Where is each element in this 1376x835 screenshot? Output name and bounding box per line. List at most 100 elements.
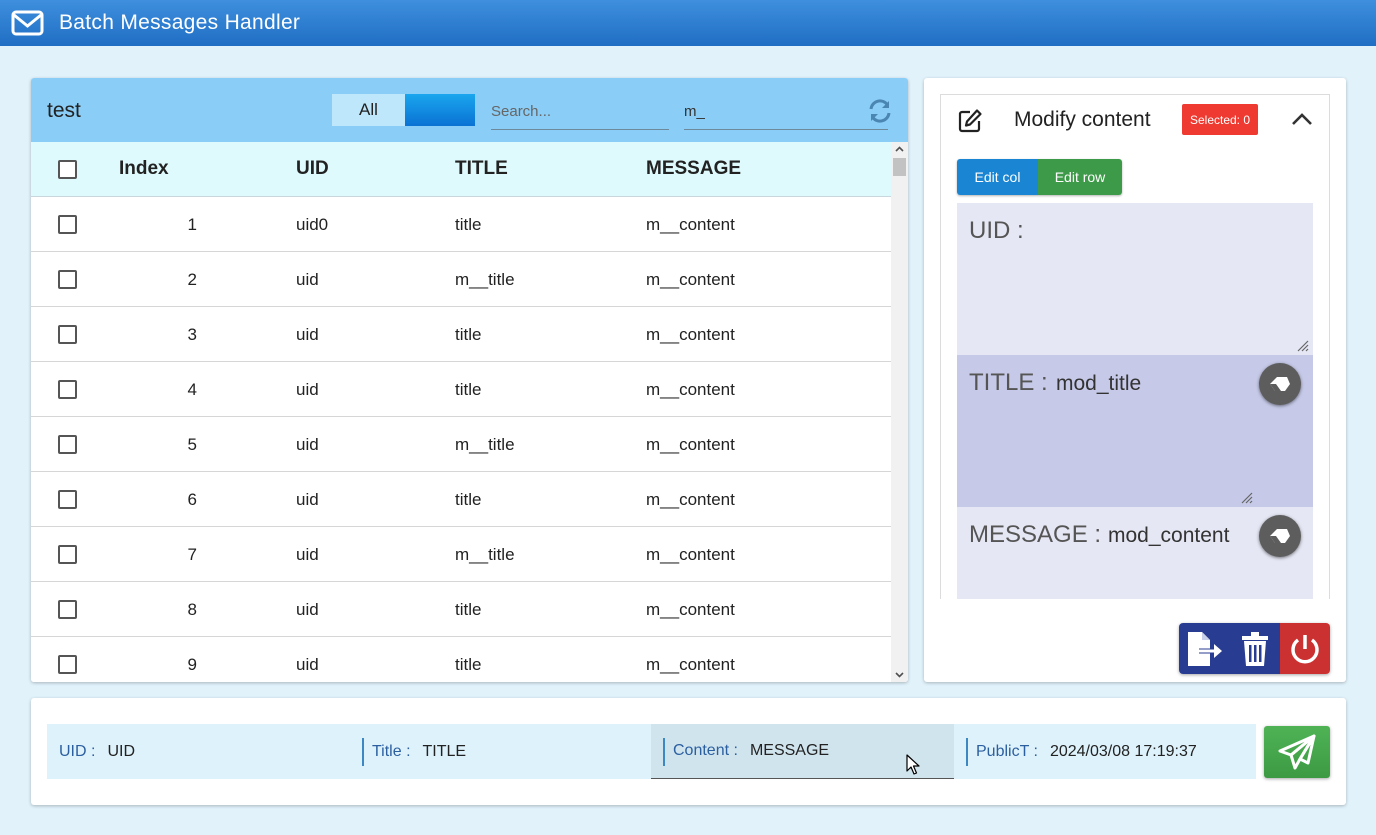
row-checkbox[interactable] — [58, 435, 77, 454]
row-checkbox[interactable] — [58, 600, 77, 619]
cell-index: 2 — [187, 270, 197, 289]
row-checkbox[interactable] — [58, 545, 77, 564]
compose-content-value[interactable]: MESSAGE — [750, 742, 829, 760]
table-row[interactable]: 7 uid m__title m__content — [31, 527, 891, 582]
cell-title: title — [455, 215, 482, 234]
message-edit-value[interactable]: mod_content — [1108, 524, 1229, 548]
tab-edit-row[interactable]: Edit row — [1038, 159, 1122, 195]
column-header-uid[interactable]: UID — [296, 158, 329, 180]
power-icon — [1291, 634, 1319, 663]
edit-mode-tabs: Edit col Edit row — [957, 159, 1122, 195]
row-checkbox[interactable] — [58, 325, 77, 344]
tab-edit-col[interactable]: Edit col — [957, 159, 1038, 195]
table-row[interactable]: 8 uid title m__content — [31, 582, 891, 637]
filter-toggle: All — [332, 94, 475, 126]
cell-index: 8 — [187, 600, 197, 619]
resize-grip-icon[interactable] — [1295, 338, 1309, 352]
cell-message: m__content — [646, 270, 735, 289]
uid-edit-field[interactable]: UID : — [957, 203, 1313, 355]
cell-title: title — [455, 600, 482, 619]
cell-index: 6 — [187, 490, 197, 509]
envelope-icon — [10, 6, 44, 40]
column-header-message[interactable]: MESSAGE — [646, 158, 741, 180]
row-checkbox[interactable] — [58, 270, 77, 289]
export-button[interactable] — [1179, 623, 1230, 674]
cell-index: 1 — [187, 215, 197, 234]
keyword-input[interactable] — [684, 94, 888, 128]
table-row[interactable]: 4 uid title m__content — [31, 362, 891, 417]
row-checkbox[interactable] — [58, 490, 77, 509]
table-header: Index UID TITLE MESSAGE — [31, 142, 891, 197]
keyword-field — [684, 94, 888, 130]
eraser-icon[interactable] — [1259, 515, 1301, 557]
cell-index: 4 — [187, 380, 197, 399]
send-button[interactable] — [1264, 726, 1330, 778]
cell-message: m__content — [646, 435, 735, 454]
table-scrollbar[interactable] — [891, 142, 908, 682]
edit-icon — [957, 108, 983, 134]
field-divider — [362, 738, 364, 766]
search-input[interactable] — [491, 94, 669, 128]
app-header: Batch Messages Handler — [0, 0, 1376, 46]
compose-panel: UID : UID Title : TITLE Content : MESSAG… — [31, 698, 1346, 805]
compose-uid-field[interactable]: UID : UID — [47, 724, 362, 779]
title-edit-field[interactable]: TITLE : mod_title — [957, 355, 1313, 507]
cell-title: m__title — [455, 545, 515, 564]
cell-message: m__content — [646, 490, 735, 509]
power-button[interactable] — [1280, 623, 1330, 674]
cell-message: m__content — [646, 600, 735, 619]
field-divider — [663, 738, 665, 766]
field-divider — [966, 738, 968, 766]
scroll-down-icon[interactable] — [894, 669, 905, 680]
column-header-index[interactable]: Index — [119, 158, 169, 180]
chevron-up-icon[interactable] — [1289, 107, 1315, 133]
message-edit-field[interactable]: MESSAGE : mod_content — [957, 507, 1313, 599]
table-row[interactable]: 3 uid title m__content — [31, 307, 891, 362]
uid-edit-label: UID : — [969, 217, 1024, 244]
compose-public-time-field[interactable]: PublicT : 2024/03/08 17:19:37 — [954, 724, 1256, 779]
table-row[interactable]: 1 uid0 title m__content — [31, 197, 891, 252]
resize-grip-icon[interactable] — [1239, 490, 1253, 504]
delete-button[interactable] — [1230, 623, 1280, 674]
messages-table-panel: test All Index UID TITLE MESSAGE 1 uid0 ti… — [31, 78, 908, 682]
compose-title-value[interactable]: TITLE — [423, 743, 467, 761]
scroll-thumb[interactable] — [893, 158, 906, 176]
cell-uid: uid — [296, 325, 319, 344]
cell-message: m__content — [646, 545, 735, 564]
filter-matched-button[interactable] — [405, 94, 475, 126]
cell-title: title — [455, 490, 482, 509]
compose-title-field[interactable]: Title : TITLE — [362, 724, 651, 779]
select-all-checkbox[interactable] — [58, 160, 77, 179]
modify-panel: Modify content Selected: 0 Edit col Edit… — [924, 78, 1346, 682]
title-edit-value[interactable]: mod_title — [1056, 372, 1141, 396]
table-row[interactable]: 5 uid m__title m__content — [31, 417, 891, 472]
cell-message: m__content — [646, 325, 735, 344]
scroll-up-icon[interactable] — [894, 144, 905, 155]
eraser-icon[interactable] — [1259, 363, 1301, 405]
table-row[interactable]: 6 uid title m__content — [31, 472, 891, 527]
column-header-title[interactable]: TITLE — [455, 158, 508, 180]
compose-title-label: Title : — [372, 742, 411, 760]
table-body: 1 uid0 title m__content 2 uid m__title m__conte… — [31, 197, 891, 682]
filter-all-button[interactable]: All — [332, 94, 405, 126]
cell-uid: uid — [296, 270, 319, 289]
compose-public-time-value[interactable]: 2024/03/08 17:19:37 — [1050, 743, 1197, 761]
cell-index: 9 — [187, 655, 197, 674]
table-row[interactable]: 2 uid m__title m__content — [31, 252, 891, 307]
cell-message: m__content — [646, 380, 735, 399]
cell-uid: uid — [296, 545, 319, 564]
row-checkbox[interactable] — [58, 380, 77, 399]
compose-uid-value[interactable]: UID — [107, 743, 135, 761]
table-row[interactable]: 9 uid title m__content — [31, 637, 891, 682]
cell-title: title — [455, 655, 482, 674]
compose-fields: UID : UID Title : TITLE Content : MESSAG… — [47, 724, 1256, 779]
file-export-icon — [1187, 631, 1222, 666]
paper-plane-icon — [1278, 734, 1316, 770]
cell-message: m__content — [646, 215, 735, 234]
table-title: test — [47, 99, 81, 122]
cell-uid: uid — [296, 435, 319, 454]
row-checkbox[interactable] — [58, 655, 77, 674]
refresh-icon[interactable] — [865, 96, 895, 126]
cell-title: m__title — [455, 435, 515, 454]
row-checkbox[interactable] — [58, 215, 77, 234]
